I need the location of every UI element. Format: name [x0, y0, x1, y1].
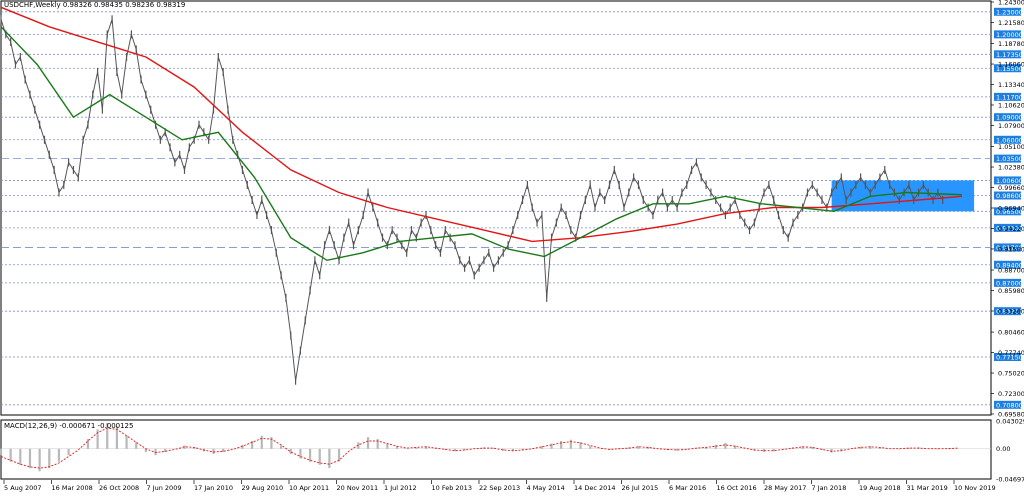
- y-tick-label-5: 1.10620: [998, 102, 1024, 110]
- range-box: [831, 180, 975, 212]
- y-tick-label-11: 0.94220: [998, 225, 1024, 233]
- x-tick-label-4: 17 Jan 2010: [194, 484, 233, 492]
- x-tick-label-1: 16 Mar 2008: [52, 484, 93, 492]
- y-tick-label-19: 0.72300: [998, 390, 1024, 398]
- x-tick-label-20: 10 Nov 2019: [954, 484, 996, 492]
- macd-header: MACD(12,26,9) -0.000671 -0.000125: [4, 422, 133, 430]
- symbol-label: USDCHF,Weekly: [4, 1, 61, 9]
- y-tick-label-3: 1.16060: [998, 61, 1024, 69]
- x-tick-label-18: 19 Aug 2018: [859, 484, 901, 492]
- level-label-17: 0.70800: [996, 401, 1023, 409]
- level-label-1: 1.20000: [996, 31, 1023, 39]
- x-tick-label-13: 26 Jul 2015: [622, 484, 659, 492]
- chart-root: 1.23000 1.20000 1.17350 1.15500 1.11700 1.090…: [0, 0, 1024, 493]
- x-tick-label-9: 10 Feb 2013: [432, 484, 472, 492]
- x-tick-label-11: 4 May 2014: [527, 484, 565, 492]
- x-tick-label-6: 10 Apr 2011: [289, 484, 329, 492]
- level-label-9: 0.98600: [996, 192, 1023, 200]
- level-label-0: 1.23000: [996, 8, 1023, 16]
- level-label-4: 1.11700: [996, 93, 1023, 101]
- y-tick-label-0: 1.24300: [998, 0, 1024, 7]
- macd-tick-label-2: -0.046971: [996, 476, 1024, 484]
- background: [0, 0, 1024, 493]
- chart-header: USDCHF,Weekly 0.98326 0.98435 0.98236 0.…: [4, 1, 185, 9]
- y-tick-label-8: 1.02380: [998, 164, 1024, 172]
- y-tick-label-17: 0.77740: [998, 349, 1024, 357]
- y-tick-label-18: 0.75020: [998, 370, 1024, 378]
- y-tick-label-15: 0.83260: [998, 308, 1024, 316]
- macd-label: MACD(12,26,9) -0.000671 -0.000125: [4, 422, 134, 430]
- x-tick-label-2: 26 Oct 2008: [99, 484, 139, 492]
- macd-tick-label-1: 0.00: [996, 445, 1010, 453]
- y-tick-label-16: 0.80460: [998, 329, 1024, 337]
- x-tick-label-0: 5 Aug 2007: [4, 484, 42, 492]
- y-tick-label-14: 0.85980: [998, 287, 1024, 295]
- x-tick-label-12: 14 Dec 2014: [574, 484, 616, 492]
- x-tick-label-17: 7 Jan 2018: [812, 484, 847, 492]
- y-tick-label-6: 1.07900: [998, 122, 1024, 130]
- y-tick-label-7: 1.05100: [998, 143, 1024, 151]
- y-tick-label-4: 1.13340: [998, 81, 1024, 89]
- range-box-layer: [831, 180, 975, 212]
- y-tick-label-13: 0.88700: [998, 267, 1024, 275]
- x-tick-label-14: 6 Mar 2016: [669, 484, 706, 492]
- ohlc-label: 0.98326 0.98435 0.98236 0.98319: [62, 1, 186, 9]
- x-tick-label-15: 16 Oct 2016: [717, 484, 757, 492]
- y-tick-label-9: 0.99660: [998, 184, 1024, 192]
- macd-tick-label-0: 0.043029: [996, 418, 1024, 426]
- y-tick-label-12: 0.91500: [998, 245, 1024, 253]
- y-tick-label-10: 0.96940: [998, 205, 1024, 213]
- x-tick-label-7: 20 Nov 2011: [337, 484, 379, 492]
- level-label-7: 1.03500: [996, 155, 1023, 163]
- x-tick-label-16: 28 May 2017: [764, 484, 806, 492]
- x-tick-label-19: 31 Mar 2019: [907, 484, 948, 492]
- x-tick-label-5: 29 Aug 2010: [242, 484, 284, 492]
- level-label-5: 1.09000: [996, 114, 1023, 122]
- y-tick-label-2: 1.18780: [998, 40, 1024, 48]
- chart-canvas: 1.230001.200001.173501.155001.117001.090…: [0, 0, 1024, 493]
- x-tick-label-10: 22 Sep 2013: [479, 484, 520, 492]
- x-tick-label-3: 7 Jun 2009: [147, 484, 182, 492]
- x-tick-label-8: 1 Jul 2012: [384, 484, 417, 492]
- level-label-2: 1.17350: [996, 51, 1023, 59]
- y-tick-label-1: 1.21580: [998, 19, 1024, 27]
